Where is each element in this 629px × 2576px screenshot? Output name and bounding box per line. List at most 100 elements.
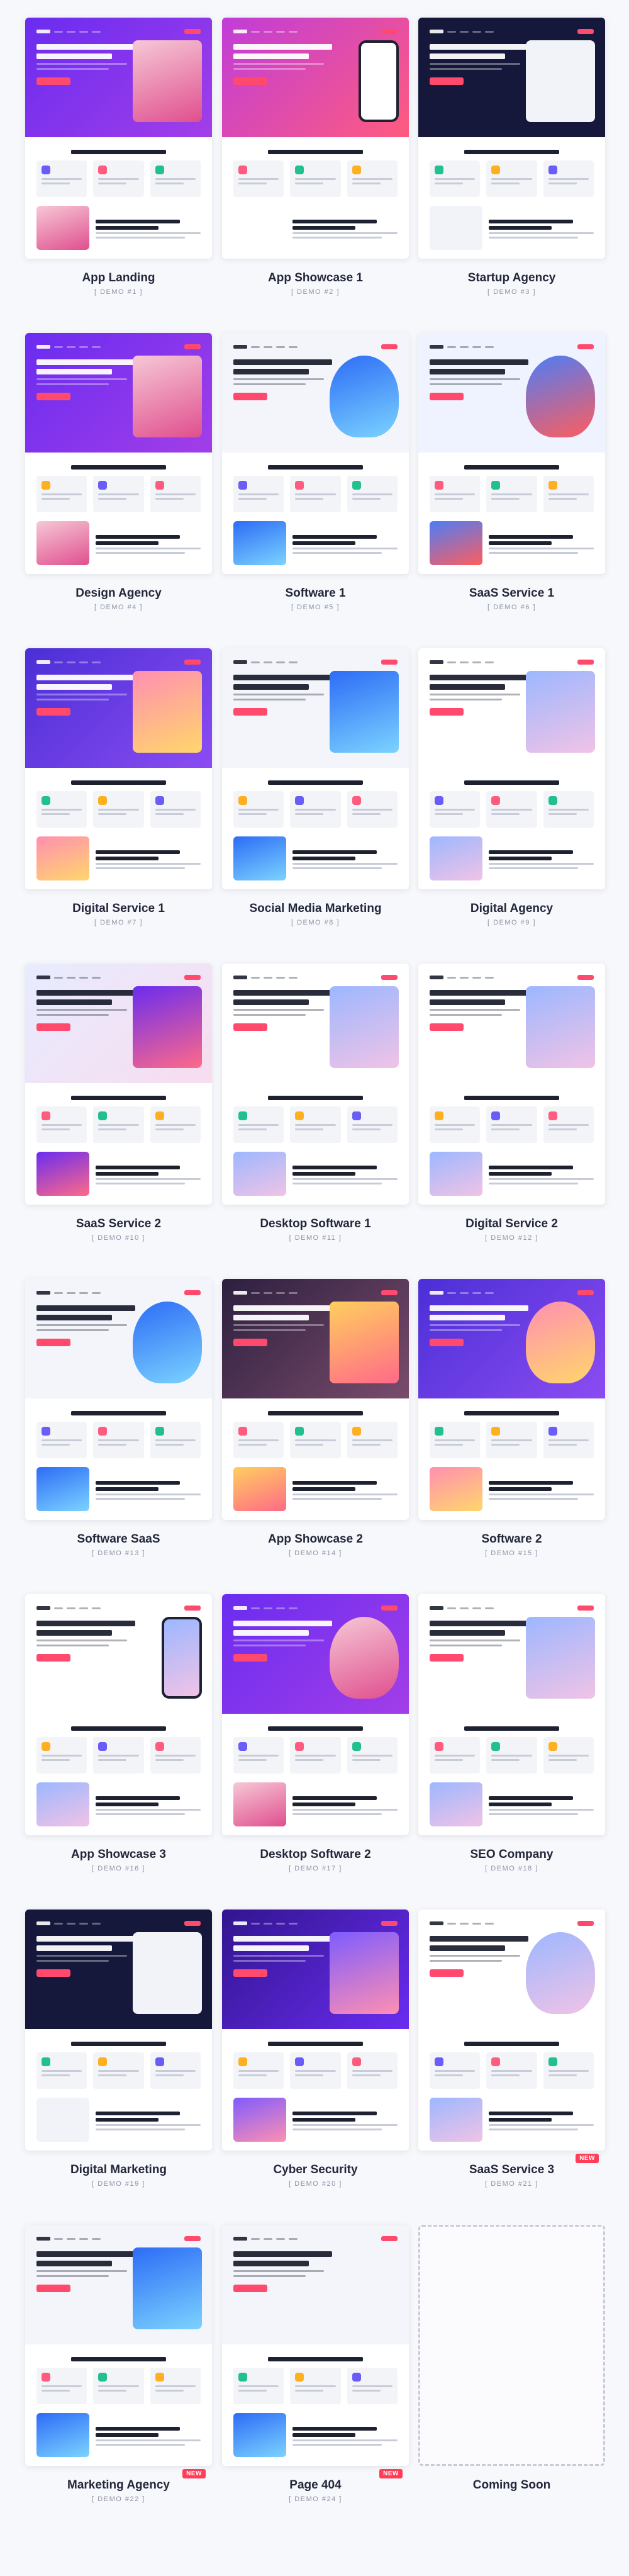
preview-cta [233,77,267,85]
demo-card[interactable]: Desktop Software 1 [ DEMO #11 ] [222,964,409,1242]
demo-thumbnail[interactable] [222,964,409,1205]
preview-phone-art [359,40,399,122]
preview-nav-button [381,975,398,980]
demo-thumbnail[interactable] [418,964,605,1205]
demo-card[interactable]: Digital Service 1 [ DEMO #7 ] [25,648,212,926]
demo-thumbnail[interactable] [222,18,409,259]
demo-title[interactable]: App Landing [25,271,212,285]
demo-thumbnail[interactable] [25,1910,212,2151]
demo-number: [ DEMO #17 ] [289,1865,342,1872]
demo-title[interactable]: Desktop Software 2 [222,1848,409,1862]
demo-title[interactable]: App Showcase 3 [25,1848,212,1862]
demo-card[interactable]: Software 1 [ DEMO #5 ] [222,333,409,611]
demo-title[interactable]: Software 2 [418,1533,605,1546]
demo-thumbnail[interactable] [25,1594,212,1835]
preview-image [36,2098,89,2142]
demo-card[interactable]: Page 404 [ DEMO #24 ] NEW [222,2225,409,2503]
demo-thumbnail[interactable] [25,964,212,1205]
demo-thumbnail[interactable] [25,2225,212,2466]
demo-thumbnail[interactable] [222,1594,409,1835]
demo-title[interactable]: Software 1 [222,587,409,600]
preview-nav [36,1604,201,1612]
demo-thumbnail[interactable] [25,1279,212,1520]
demo-title[interactable]: Cyber Security [222,2163,409,2177]
preview-dash-art [133,356,202,437]
preview-feature [486,2052,537,2089]
demo-title[interactable]: Digital Marketing [25,2163,212,2177]
preview-feature [36,1737,87,1774]
demo-thumbnail[interactable] [25,18,212,259]
demo-card[interactable]: Cyber Security [ DEMO #20 ] [222,1910,409,2188]
preview-image [430,521,482,565]
demo-title[interactable]: App Showcase 2 [222,1533,409,1546]
preview-cta [430,1339,464,1346]
new-badge: NEW [182,2469,206,2478]
demo-card[interactable]: App Landing [ DEMO #1 ] [25,18,212,296]
demo-card[interactable]: Startup Agency [ DEMO #3 ] [418,18,605,296]
demo-card[interactable]: Digital Agency [ DEMO #9 ] [418,648,605,926]
demo-card[interactable]: SEO Company [ DEMO #18 ] [418,1594,605,1872]
demo-title[interactable]: Coming Soon [418,2478,605,2492]
demo-card[interactable]: Marketing Agency [ DEMO #22 ] NEW [25,2225,212,2503]
preview-section-heading [464,780,560,785]
demo-card[interactable]: Software 2 [ DEMO #15 ] [418,1279,605,1557]
demo-thumbnail[interactable] [25,648,212,889]
preview-phone-art [162,1617,202,1699]
demo-card[interactable]: Digital Marketing [ DEMO #19 ] [25,1910,212,2188]
demo-card[interactable]: App Showcase 1 [ DEMO #2 ] [222,18,409,296]
demo-title[interactable]: Software SaaS [25,1533,212,1546]
demo-number: [ DEMO #2 ] [291,288,340,296]
demo-title[interactable]: Digital Agency [418,902,605,916]
demo-card[interactable]: App Showcase 2 [ DEMO #14 ] [222,1279,409,1557]
demo-thumbnail[interactable] [418,648,605,889]
demo-title[interactable]: Social Media Marketing [222,902,409,916]
preview-image [233,2098,286,2142]
preview-section-heading [70,780,167,785]
demo-thumbnail[interactable] [418,2225,605,2466]
preview-body [222,1083,409,1205]
demo-thumbnail[interactable] [222,648,409,889]
demo-thumbnail[interactable] [25,333,212,574]
preview-dash-art [526,40,595,122]
demo-thumbnail[interactable] [222,1279,409,1520]
demo-thumbnail[interactable] [222,2225,409,2466]
demo-number: [ DEMO #6 ] [487,604,537,611]
demo-title[interactable]: Startup Agency [418,271,605,285]
demo-thumbnail[interactable] [418,1279,605,1520]
demo-title[interactable]: Design Agency [25,587,212,600]
demo-title[interactable]: Page 404 [222,2478,409,2492]
demo-title[interactable]: Digital Service 1 [25,902,212,916]
demo-card[interactable]: App Showcase 3 [ DEMO #16 ] [25,1594,212,1872]
preview-feature [543,476,594,512]
demo-card[interactable]: Design Agency [ DEMO #4 ] [25,333,212,611]
demo-card[interactable]: SaaS Service 1 [ DEMO #6 ] [418,333,605,611]
demo-thumbnail[interactable] [418,1910,605,2151]
demo-thumbnail[interactable] [418,1594,605,1835]
demo-title[interactable]: Desktop Software 1 [222,1217,409,1231]
demo-thumbnail[interactable] [418,333,605,574]
demo-card[interactable]: SaaS Service 3 [ DEMO #21 ] NEW [418,1910,605,2188]
preview-nav-button [381,1921,398,1926]
logo-mark [36,2237,50,2241]
preview-feature [93,2052,144,2089]
demo-number: [ DEMO #22 ] [92,2495,145,2503]
demo-thumbnail[interactable] [222,333,409,574]
demo-title[interactable]: Digital Service 2 [418,1217,605,1231]
demo-card[interactable]: Social Media Marketing [ DEMO #8 ] [222,648,409,926]
demo-card[interactable]: Desktop Software 2 [ DEMO #17 ] [222,1594,409,1872]
demo-title[interactable]: App Showcase 1 [222,271,409,285]
demo-thumbnail[interactable] [222,1910,409,2151]
demo-card[interactable]: Coming Soon [418,2225,605,2492]
preview-headline [430,1621,528,1626]
demo-card[interactable]: Digital Service 2 [ DEMO #12 ] [418,964,605,1242]
demo-thumbnail[interactable] [418,18,605,259]
demo-title[interactable]: SaaS Service 3 [418,2163,605,2177]
demo-title[interactable]: SaaS Service 1 [418,587,605,600]
preview-image [36,521,89,565]
demo-card[interactable]: Software SaaS [ DEMO #13 ] [25,1279,212,1557]
demo-title[interactable]: SEO Company [418,1848,605,1862]
preview-feature [233,791,284,828]
demo-card[interactable]: SaaS Service 2 [ DEMO #10 ] [25,964,212,1242]
demo-title[interactable]: Marketing Agency [25,2478,212,2492]
demo-title[interactable]: SaaS Service 2 [25,1217,212,1231]
